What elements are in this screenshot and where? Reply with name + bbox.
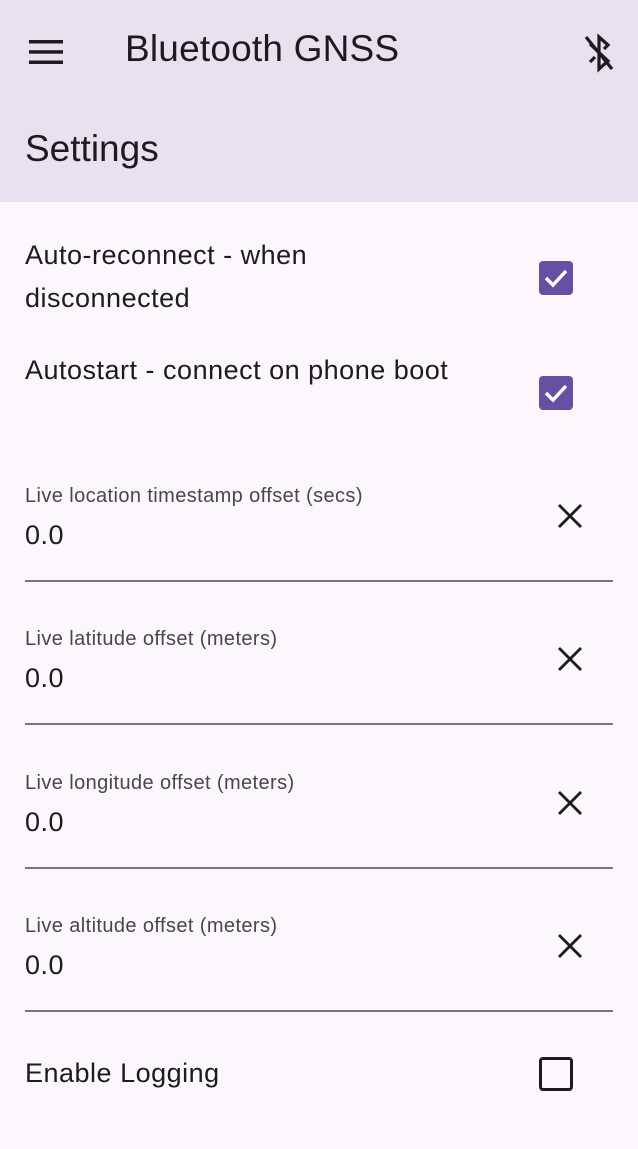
bluetooth-button[interactable] [576,30,622,76]
app-bar: Bluetooth GNSS Settings [0,0,638,202]
enable-logging-checkbox[interactable] [539,1057,573,1091]
clear-altitude-offset-button[interactable] [549,925,591,967]
close-icon [558,791,582,815]
page-title: Settings [25,128,159,169]
close-icon [558,504,582,528]
field-label: Live altitude offset (meters) [25,915,278,937]
close-icon [558,647,582,671]
field-underline [25,867,613,869]
field-underline [25,723,613,725]
enable-logging-row[interactable]: Enable Logging [0,1052,638,1100]
field-label: Live longitude offset (meters) [25,772,295,794]
clear-latitude-offset-button[interactable] [549,638,591,680]
field-label: Live latitude offset (meters) [25,628,278,650]
clear-timestamp-offset-button[interactable] [549,495,591,537]
altitude-offset-input[interactable] [25,945,525,985]
checkmark-icon [544,384,568,403]
latitude-offset-field: Live latitude offset (meters) [25,628,613,728]
field-label: Live location timestamp offset (secs) [25,485,363,507]
auto-reconnect-label: Auto-reconnect - when disconnected [25,240,308,313]
auto-reconnect-row[interactable]: Auto-reconnect - when disconnected [0,234,638,322]
autostart-label: Autostart - connect on phone boot [25,355,449,385]
latitude-offset-input[interactable] [25,658,525,698]
checkmark-icon [544,269,568,288]
field-underline [25,580,613,582]
autostart-row[interactable]: Autostart - connect on phone boot [0,349,638,437]
altitude-offset-field: Live altitude offset (meters) [25,915,613,1015]
menu-icon [29,40,63,64]
timestamp-offset-input[interactable] [25,515,525,555]
menu-button[interactable] [22,30,70,74]
autostart-checkbox[interactable] [539,376,573,410]
bluetooth-disabled-icon [584,33,614,73]
longitude-offset-field: Live longitude offset (meters) [25,772,613,872]
close-icon [558,934,582,958]
app-title: Bluetooth GNSS [125,28,400,69]
timestamp-offset-field: Live location timestamp offset (secs) [25,485,613,585]
auto-reconnect-checkbox[interactable] [539,261,573,295]
field-underline [25,1010,613,1012]
enable-logging-label: Enable Logging [25,1058,220,1088]
longitude-offset-input[interactable] [25,802,525,842]
clear-longitude-offset-button[interactable] [549,782,591,824]
